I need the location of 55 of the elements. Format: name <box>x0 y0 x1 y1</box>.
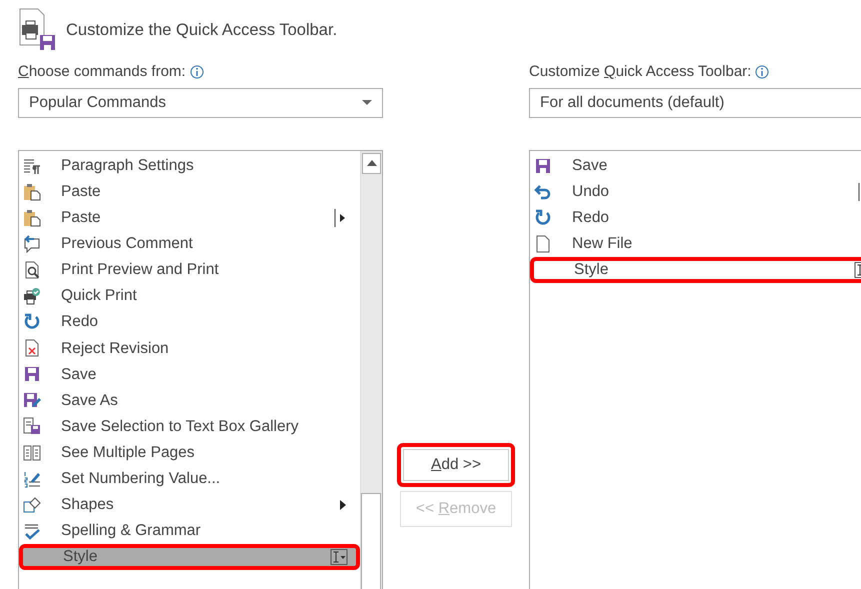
command-item[interactable]: Spelling & Grammar <box>19 518 360 544</box>
clipboard-icon <box>23 182 41 201</box>
command-item[interactable]: Paste <box>19 204 360 231</box>
command-item[interactable]: Shapes <box>19 492 360 518</box>
command-item[interactable]: Undo <box>530 178 861 205</box>
command-item[interactable]: Style <box>19 544 360 570</box>
command-item[interactable]: Save <box>530 152 861 179</box>
command-item[interactable]: Set Numbering Value... <box>19 466 360 492</box>
command-item[interactable]: Save As <box>19 387 360 414</box>
command-item[interactable]: Reject Revision <box>19 335 360 362</box>
save-icon <box>534 156 552 175</box>
command-item[interactable]: Paste <box>19 178 360 205</box>
save-icon <box>23 365 41 384</box>
scroll-up-button[interactable] <box>362 152 381 174</box>
info-icon <box>755 65 770 80</box>
command-item[interactable]: Redo <box>19 309 360 336</box>
save-selection-icon <box>23 417 41 436</box>
field-label: Choose commands from: <box>18 62 186 82</box>
command-item[interactable]: Paragraph Settings <box>19 152 360 179</box>
new-file-icon <box>534 234 552 253</box>
redo-icon <box>23 313 41 332</box>
printer-icon <box>23 287 41 306</box>
pages-icon <box>23 444 41 462</box>
redo-icon <box>534 208 552 227</box>
dropdown-field[interactable]: For all documents (default) <box>529 88 861 118</box>
submenu-arrow-icon <box>340 500 346 510</box>
command-item[interactable]: New File <box>530 230 861 257</box>
command-item[interactable]: Previous Comment <box>19 230 360 257</box>
shapes-icon <box>23 496 41 514</box>
command-item[interactable]: Save <box>19 361 360 388</box>
info-icon <box>190 65 204 80</box>
field-label: Customize Quick Access Toolbar: <box>529 62 752 82</box>
command-item[interactable]: Quick Print <box>19 282 360 310</box>
paragraph-icon <box>23 156 41 175</box>
spelling-icon <box>23 522 41 540</box>
save-as-icon <box>23 391 41 410</box>
combo-icon <box>330 548 348 566</box>
scroll-thumb[interactable] <box>361 492 381 589</box>
command-item[interactable]: Style <box>530 256 861 283</box>
dialog-heading: Customize the Quick Access Toolbar. <box>66 20 338 41</box>
command-item[interactable]: See Multiple Pages <box>19 440 360 466</box>
add-button[interactable]: Add >> <box>397 443 515 487</box>
command-item[interactable]: Redo <box>530 204 861 231</box>
triangle-up-icon <box>366 160 376 166</box>
reject-icon <box>23 339 41 358</box>
caret-icon <box>362 100 372 105</box>
command-item[interactable]: Save Selection to Text Box Gallery <box>19 413 360 440</box>
comment-icon <box>23 234 41 253</box>
dropdown-field[interactable]: Popular Commands <box>18 88 383 118</box>
command-item[interactable]: Print Preview and Print <box>19 256 360 283</box>
clipboard-icon <box>23 208 41 227</box>
preview-icon <box>23 260 41 279</box>
numbering-icon <box>23 470 41 488</box>
undo-icon <box>534 182 552 201</box>
printer-page-icon <box>18 8 58 52</box>
